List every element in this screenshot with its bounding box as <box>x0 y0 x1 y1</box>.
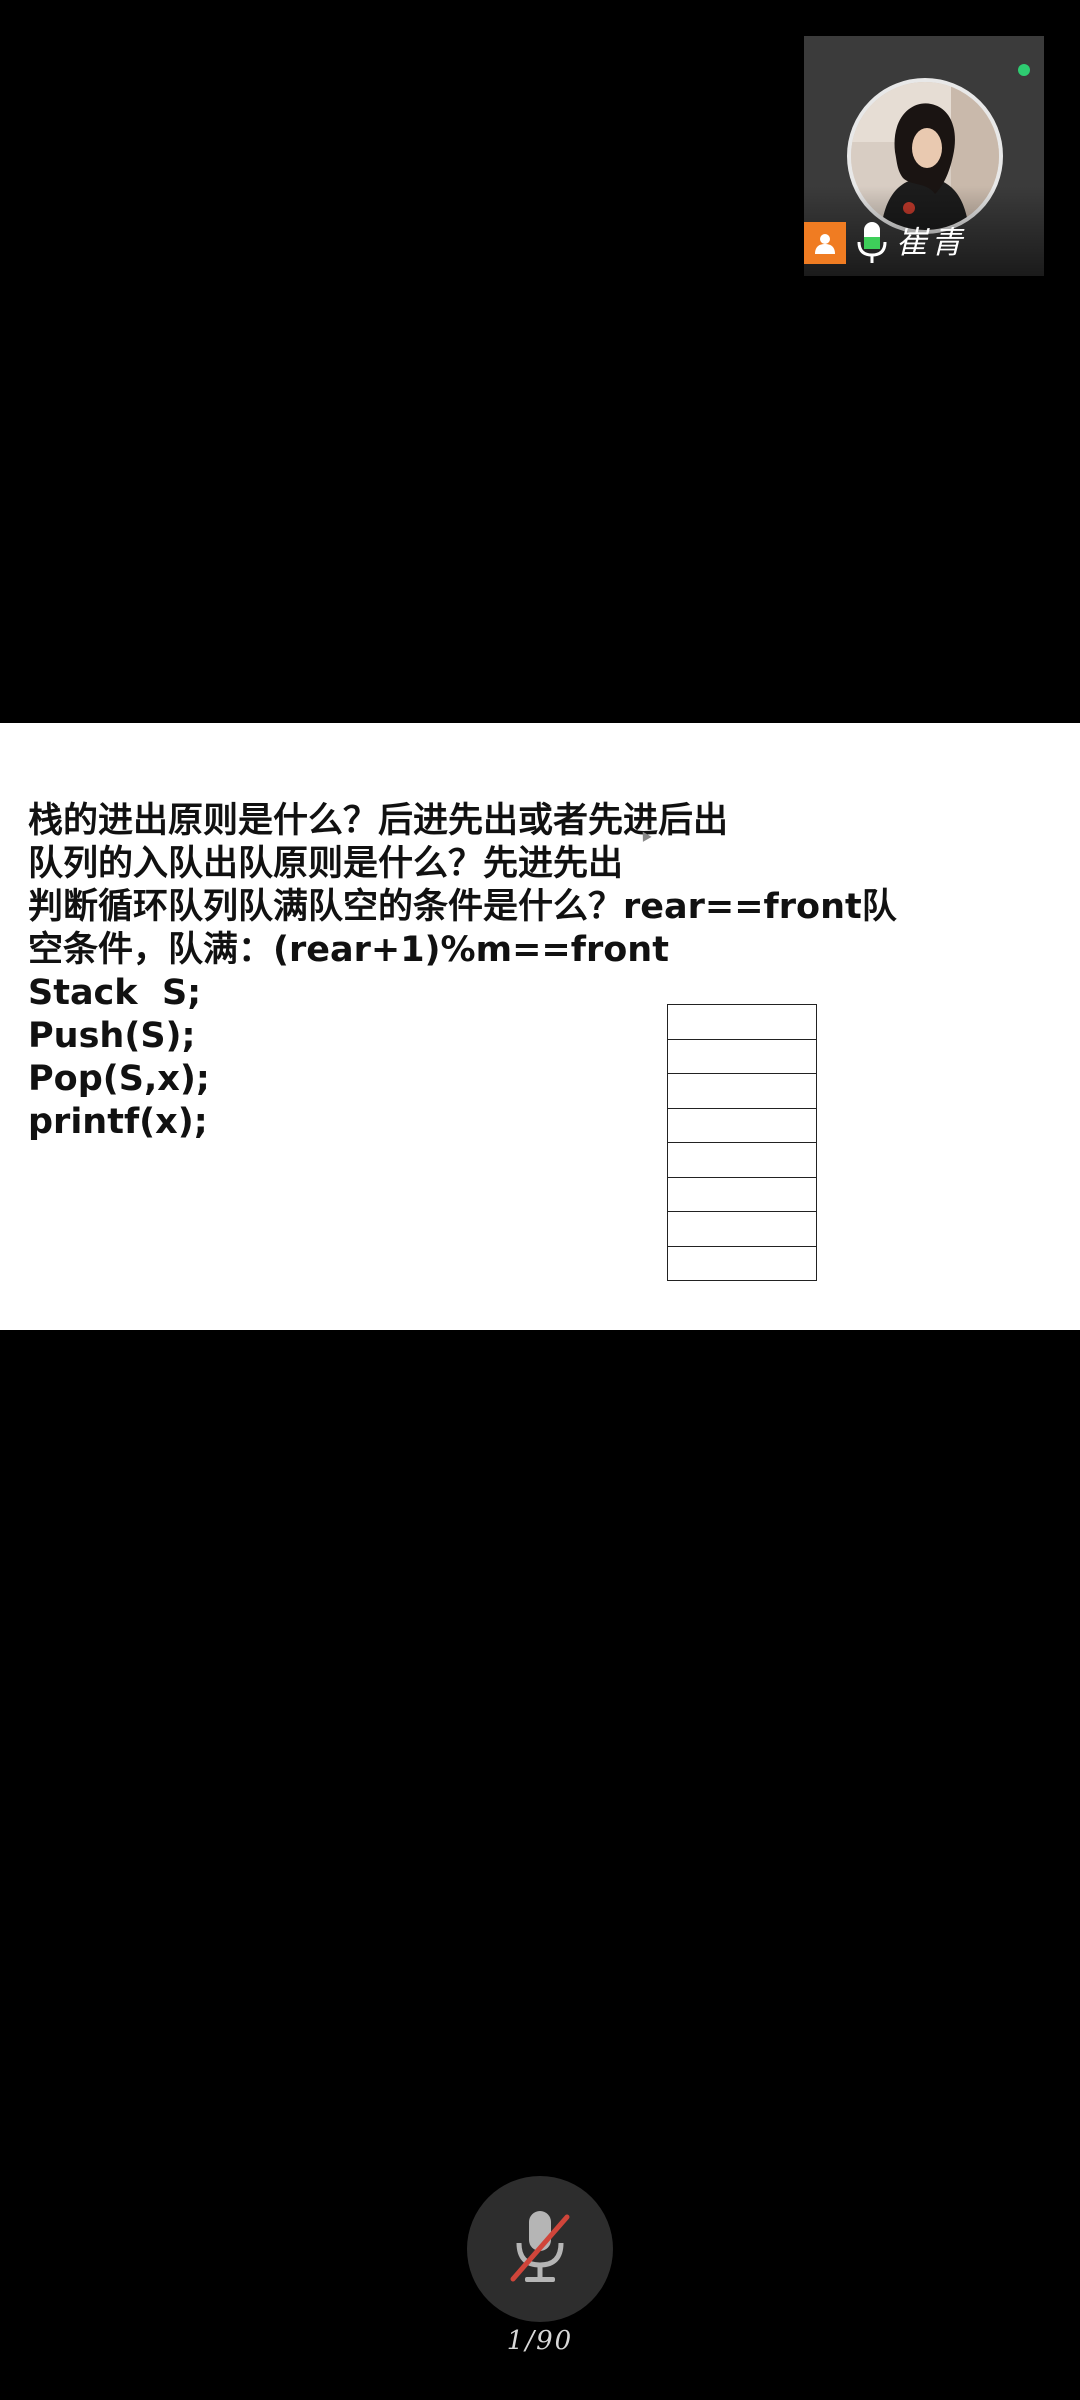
participant-name: 崔青 <box>896 225 966 261</box>
shared-slide: 栈的进出原则是什么？后进先出或者先进后出 队列的入队出队原则是什么？先进先出 判… <box>0 723 1080 1330</box>
microphone-icon <box>854 220 890 266</box>
mute-toggle-button[interactable] <box>467 2176 613 2322</box>
microphone-muted-icon <box>510 2211 570 2282</box>
participant-tile[interactable]: 崔青 <box>804 36 1044 276</box>
stack-cell <box>667 1039 817 1074</box>
host-person-icon <box>804 222 846 264</box>
slide-line: 队列的入队出队原则是什么？先进先出 <box>28 844 624 884</box>
stack-cell <box>667 1108 817 1143</box>
stack-cell <box>667 1143 817 1178</box>
slide-line: 空条件，队满：(rear+1)%m==front <box>28 930 669 970</box>
stack-cell <box>667 1212 817 1247</box>
page-counter: 1/90 <box>506 2326 574 2356</box>
stack-cell <box>667 1074 817 1109</box>
slide-line: 栈的进出原则是什么？后进先出或者先进后出 <box>28 801 729 841</box>
stack-cell <box>667 1177 817 1212</box>
online-status-dot <box>1018 64 1030 76</box>
stack-diagram <box>667 1004 817 1281</box>
stack-cell <box>667 1246 817 1281</box>
slide-line: 判断循环队列队满队空的条件是什么？rear==front队 <box>28 887 897 927</box>
stack-cell <box>667 1005 817 1040</box>
